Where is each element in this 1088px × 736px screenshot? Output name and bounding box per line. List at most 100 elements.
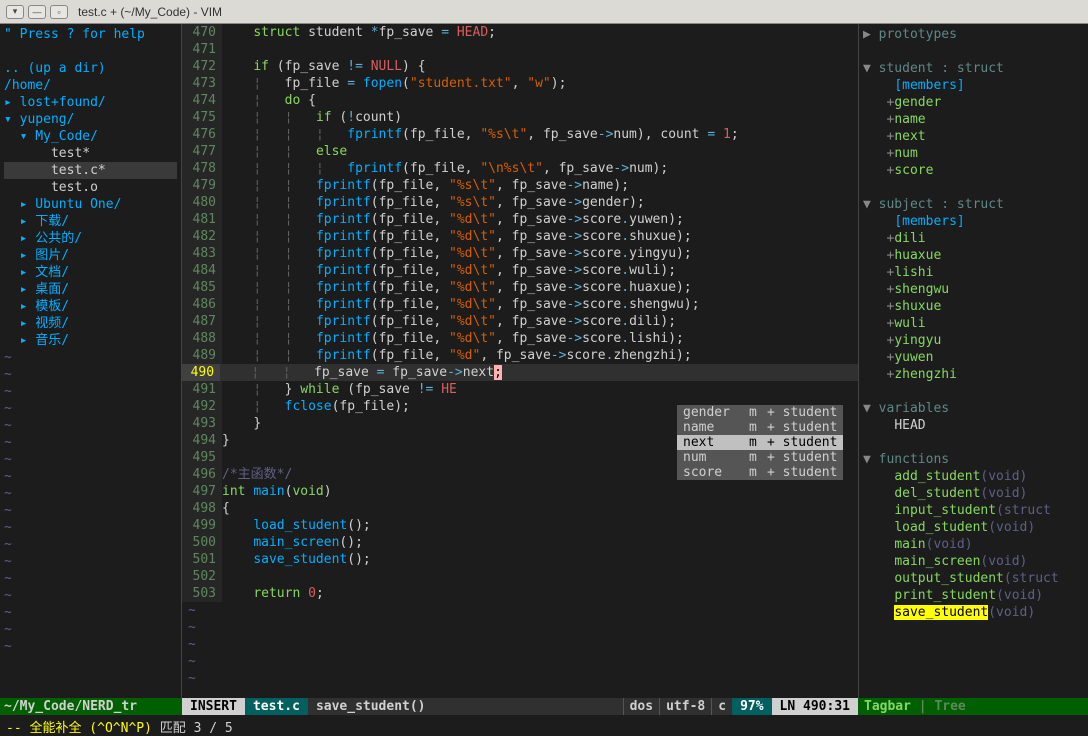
nerdtree-updir[interactable]: .. (up a dir) xyxy=(4,60,177,77)
code-line[interactable]: 490 ¦ ¦ fp_save = fp_save->next; xyxy=(182,364,858,381)
nerdtree-item[interactable]: test.o xyxy=(4,179,177,196)
tagbar-function[interactable]: save_student(void) xyxy=(863,604,1084,621)
tagbar-function[interactable]: input_student(struct xyxy=(863,502,1084,519)
status-bar: ~/My_Code/NERD_tr INSERT test.c save_stu… xyxy=(0,698,1088,715)
tagbar-item[interactable]: +shengwu xyxy=(863,281,1084,298)
code-line[interactable]: 489 ¦ ¦ fprintf(fp_file, "%d", fp_save->… xyxy=(182,347,858,364)
completion-item[interactable]: nextm+ student xyxy=(677,435,843,450)
code-line[interactable]: 503 return 0; xyxy=(182,585,858,602)
window-title: test.c + (~/My_Code) - VIM xyxy=(78,5,222,19)
maximize-icon[interactable]: ▫ xyxy=(50,5,68,19)
nerdtree-item[interactable]: ▸ Ubuntu One/ xyxy=(4,196,177,213)
tagbar-pane[interactable]: ▶ prototypes ▼ student : struct [members… xyxy=(858,24,1088,698)
completion-item[interactable]: scorem+ student xyxy=(677,465,843,480)
status-fileformat: dos xyxy=(623,698,659,715)
nerdtree-item[interactable]: ▾ yupeng/ xyxy=(4,111,177,128)
nerdtree-item[interactable]: ▸ 桌面/ xyxy=(4,281,177,298)
nerdtree-item[interactable]: ▸ 图片/ xyxy=(4,247,177,264)
code-line[interactable]: 471 xyxy=(182,41,858,58)
tagbar-function[interactable]: main(void) xyxy=(863,536,1084,553)
nerdtree-root[interactable]: /home/ xyxy=(4,77,177,94)
nerdtree-item[interactable]: ▸ 下载/ xyxy=(4,213,177,230)
tagbar-item[interactable]: +next xyxy=(863,128,1084,145)
nerdtree-item[interactable]: ▸ 公共的/ xyxy=(4,230,177,247)
code-line[interactable]: 485 ¦ ¦ fprintf(fp_file, "%d\t", fp_save… xyxy=(182,279,858,296)
nerdtree-item[interactable]: ▸ 视频/ xyxy=(4,315,177,332)
window-menu-icon[interactable]: ▾ xyxy=(6,5,24,19)
code-line[interactable]: 484 ¦ ¦ fprintf(fp_file, "%d\t", fp_save… xyxy=(182,262,858,279)
tagbar-item[interactable]: +score xyxy=(863,162,1084,179)
status-filetype: c xyxy=(711,698,732,715)
status-func: save_student() xyxy=(308,698,623,715)
command-line: -- 全能补全 (^O^N^P) 匹配 3 / 5 xyxy=(0,715,1088,735)
code-line[interactable]: 475 ¦ ¦ if (!count) xyxy=(182,109,858,126)
code-line[interactable]: 483 ¦ ¦ fprintf(fp_file, "%d\t", fp_save… xyxy=(182,245,858,262)
nerdtree-item[interactable]: ▸ 文档/ xyxy=(4,264,177,281)
tagbar-function[interactable]: load_student(void) xyxy=(863,519,1084,536)
nerdtree-item[interactable]: ▸ lost+found/ xyxy=(4,94,177,111)
code-line[interactable]: 487 ¦ ¦ fprintf(fp_file, "%d\t", fp_save… xyxy=(182,313,858,330)
tagbar-function[interactable]: del_student(void) xyxy=(863,485,1084,502)
tagbar-item[interactable]: +yuwen xyxy=(863,349,1084,366)
editor-pane[interactable]: 470 struct student *fp_save = HEAD;47147… xyxy=(182,24,858,698)
code-line[interactable]: 501 save_student(); xyxy=(182,551,858,568)
code-line[interactable]: 498{ xyxy=(182,500,858,517)
tagbar-function[interactable]: main_screen(void) xyxy=(863,553,1084,570)
code-line[interactable]: 481 ¦ ¦ fprintf(fp_file, "%d\t", fp_save… xyxy=(182,211,858,228)
code-line[interactable]: 478 ¦ ¦ ¦ fprintf(fp_file, "\n%s\t", fp_… xyxy=(182,160,858,177)
code-line[interactable]: 480 ¦ ¦ fprintf(fp_file, "%s\t", fp_save… xyxy=(182,194,858,211)
tagbar-item[interactable]: +wuli xyxy=(863,315,1084,332)
code-line[interactable]: 470 struct student *fp_save = HEAD; xyxy=(182,24,858,41)
completion-item[interactable]: numm+ student xyxy=(677,450,843,465)
status-mode: INSERT xyxy=(182,698,245,715)
tagbar-section[interactable]: ▼ student : struct xyxy=(863,60,1084,77)
tagbar-section[interactable]: ▶ prototypes xyxy=(863,26,1084,43)
nerdtree-help: " Press ? for help xyxy=(4,26,177,43)
tagbar-item[interactable]: +num xyxy=(863,145,1084,162)
status-percent: 97% xyxy=(732,698,771,715)
tagbar-section[interactable]: ▼ subject : struct xyxy=(863,196,1084,213)
tagbar-section[interactable]: ▼ functions xyxy=(863,451,1084,468)
tagbar-item[interactable]: +shuxue xyxy=(863,298,1084,315)
code-line[interactable]: 477 ¦ ¦ else xyxy=(182,143,858,160)
completion-item[interactable]: genderm+ student xyxy=(677,405,843,420)
tagbar-item[interactable]: +dili xyxy=(863,230,1084,247)
tagbar-item[interactable]: +huaxue xyxy=(863,247,1084,264)
code-line[interactable]: 476 ¦ ¦ ¦ fprintf(fp_file, "%s\t", fp_sa… xyxy=(182,126,858,143)
window-titlebar: ▾ — ▫ test.c + (~/My_Code) - VIM xyxy=(0,0,1088,24)
code-line[interactable]: 488 ¦ ¦ fprintf(fp_file, "%d\t", fp_save… xyxy=(182,330,858,347)
code-line[interactable]: 482 ¦ ¦ fprintf(fp_file, "%d\t", fp_save… xyxy=(182,228,858,245)
code-line[interactable]: 499 load_student(); xyxy=(182,517,858,534)
tagbar-item[interactable]: +yingyu xyxy=(863,332,1084,349)
tagbar-function[interactable]: output_student(struct xyxy=(863,570,1084,587)
code-line[interactable]: 486 ¦ ¦ fprintf(fp_file, "%d\t", fp_save… xyxy=(182,296,858,313)
nerdtree-item[interactable]: ▸ 模板/ xyxy=(4,298,177,315)
code-line[interactable]: 474 ¦ do { xyxy=(182,92,858,109)
status-encoding: utf-8 xyxy=(659,698,711,715)
tagbar-item[interactable]: +lishi xyxy=(863,264,1084,281)
tagbar-function[interactable]: print_student(void) xyxy=(863,587,1084,604)
status-right: Tagbar | Tree xyxy=(858,698,1088,715)
tagbar-item[interactable]: +zhengzhi xyxy=(863,366,1084,383)
nerdtree-item[interactable]: test* xyxy=(4,145,177,162)
completion-item[interactable]: namem+ student xyxy=(677,420,843,435)
code-line[interactable]: 502 xyxy=(182,568,858,585)
code-line[interactable]: 479 ¦ ¦ fprintf(fp_file, "%s\t", fp_save… xyxy=(182,177,858,194)
tagbar-section[interactable]: ▼ variables xyxy=(863,400,1084,417)
nerdtree-item[interactable]: ▾ My_Code/ xyxy=(4,128,177,145)
tagbar-item[interactable]: +name xyxy=(863,111,1084,128)
tagbar-item[interactable]: +gender xyxy=(863,94,1084,111)
nerdtree-item[interactable]: test.c* xyxy=(4,162,177,179)
code-line[interactable]: 500 main_screen(); xyxy=(182,534,858,551)
tagbar-item[interactable]: HEAD xyxy=(863,417,1084,434)
code-line[interactable]: 472 if (fp_save != NULL) { xyxy=(182,58,858,75)
minimize-icon[interactable]: — xyxy=(28,5,46,19)
nerdtree-pane[interactable]: " Press ? for help .. (up a dir) /home/ … xyxy=(0,24,182,698)
code-line[interactable]: 473 ¦ fp_file = fopen("student.txt", "w"… xyxy=(182,75,858,92)
nerdtree-item[interactable]: ▸ 音乐/ xyxy=(4,332,177,349)
completion-popup[interactable]: genderm+ studentnamem+ studentnextm+ stu… xyxy=(677,405,843,480)
code-line[interactable]: 491 ¦ } while (fp_save != HE xyxy=(182,381,858,398)
status-file: test.c xyxy=(245,698,308,715)
code-line[interactable]: 497int main(void) xyxy=(182,483,858,500)
tagbar-function[interactable]: add_student(void) xyxy=(863,468,1084,485)
